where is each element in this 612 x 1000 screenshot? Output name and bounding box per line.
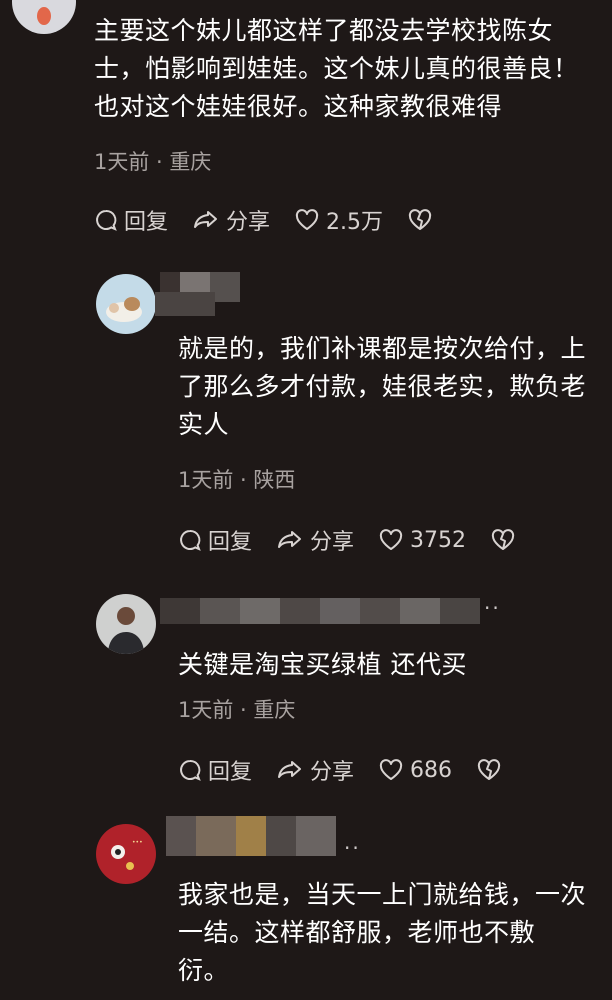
action-bar: 回复 分享 2.5万 [94,204,463,236]
comment-line: 主要这个妹儿都这样了都没去学校找陈女 [94,16,554,45]
heart-icon [379,529,403,550]
share-arrow-icon [278,761,302,778]
comment-bubble-icon [180,530,201,551]
avatar-image [108,607,144,654]
comment-meta: 1天前 · 重庆 [178,698,296,722]
comment-text: 主要这个妹儿都这样了都没去学校找陈女 士，怕影响到娃娃。这个妹儿真的很善良！ 也… [94,12,579,126]
share-arrow-icon [278,531,302,548]
svg-text:•••: ••• [132,839,143,846]
reply-label: 回复 [124,210,169,235]
broken-heart-icon [491,529,515,550]
avatar-image: ••• [111,839,143,870]
avatar[interactable]: ••• [96,824,156,884]
comment-meta: 1天前 · 陕西 [178,468,296,492]
like-button[interactable]: 3752 [378,528,466,553]
share-button[interactable]: 分享 [276,524,354,556]
comment-line: 就是的，我们补课都是按次给付，上 [178,334,587,363]
share-label: 分享 [310,530,355,555]
comment-text: 关键是淘宝买绿植 还代买 [178,646,467,684]
avatar-image [106,297,142,322]
username-blurred [155,292,215,316]
comment-line: 实人 [178,410,230,439]
comment-bubble-icon [180,760,201,781]
action-bar: 回复 分享 3752 [178,524,546,556]
heart-icon [379,759,403,780]
broken-heart-icon [477,759,501,780]
share-button[interactable]: 分享 [276,754,354,786]
comment-text: 就是的，我们补课都是按次给付，上 了那么多才付款，娃很老实，欺负老 实人 [178,330,586,444]
avatar[interactable] [12,0,76,34]
like-count: 2.5万 [326,210,384,235]
share-label: 分享 [310,760,355,785]
dislike-button[interactable] [490,528,522,552]
more-icon[interactable]: ·· [344,836,361,860]
reply-label: 回复 [208,530,253,555]
comment-line: 关键是淘宝买绿植 还代买 [178,650,467,679]
reply-button[interactable]: 回复 [94,204,168,236]
reply-button[interactable]: 回复 [178,524,252,556]
dislike-button[interactable] [476,758,508,782]
share-button[interactable]: 分享 [192,204,270,236]
username-blurred[interactable] [160,598,480,624]
heart-icon [295,209,319,230]
dislike-button[interactable] [407,208,439,232]
avatar[interactable] [96,594,156,654]
comment-line: 我家也是，当天一上门就给钱，一次 [178,880,587,909]
share-label: 分享 [226,210,271,235]
comment-line: 了那么多才付款，娃很老实，欺负老 [178,372,587,401]
broken-heart-icon [408,209,432,230]
avatar-image [37,7,51,25]
comment-line: 一结。这样都舒服，老师也不敷 [178,918,536,947]
action-bar: 回复 分享 686 [178,754,532,786]
like-button[interactable]: 686 [378,758,452,783]
comment-meta: 1天前 · 重庆 [94,150,212,174]
like-button[interactable]: 2.5万 [294,204,383,236]
reply-button[interactable]: 回复 [178,754,252,786]
more-icon[interactable]: ·· [484,596,501,620]
share-arrow-icon [194,211,218,228]
like-count: 3752 [410,527,467,553]
comment-line: 衍。 [178,956,230,985]
reply-label: 回复 [208,760,253,785]
comment-text: 我家也是，当天一上门就给钱，一次 一结。这样都舒服，老师也不敷 衍。 [178,876,586,990]
avatar[interactable] [96,274,156,334]
comment-line: 士，怕影响到娃娃。这个妹儿真的很善良！ [94,54,579,83]
like-count: 686 [410,757,453,783]
comment-bubble-icon [96,210,117,231]
comment-line: 也对这个娃娃很好。这种家教很难得 [94,92,503,121]
username-blurred[interactable] [166,816,336,856]
